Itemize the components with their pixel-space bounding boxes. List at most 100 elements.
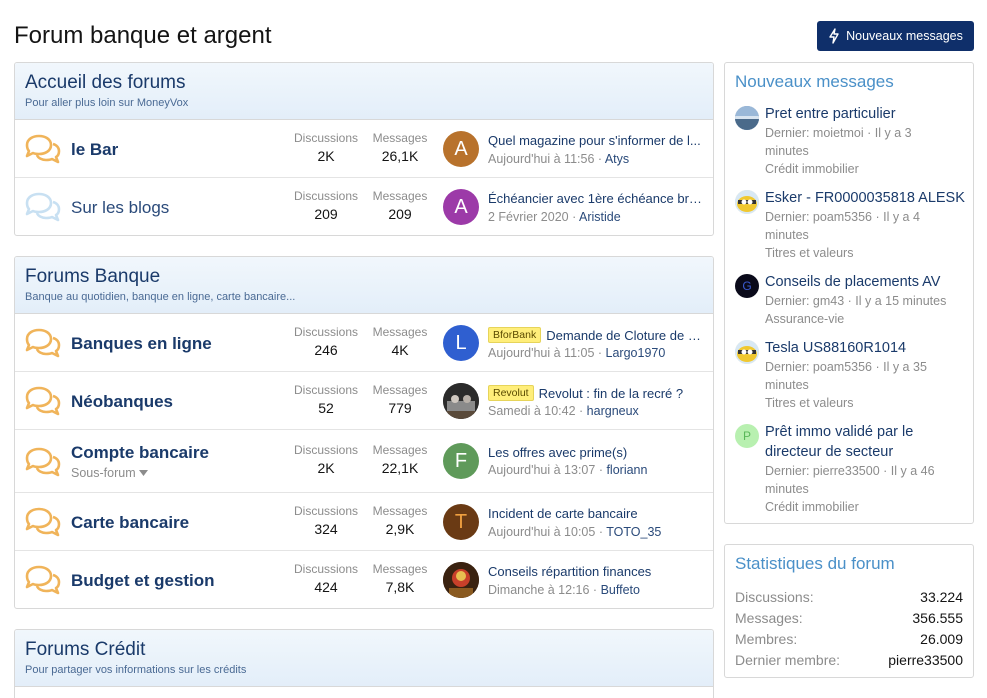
forum-unread-icon bbox=[25, 447, 61, 477]
stat-label: Discussions bbox=[293, 325, 359, 339]
last-post-title[interactable]: Échéancier avec 1ère échéance bris... bbox=[488, 191, 703, 206]
category-description: Pour partager vos informations sur les c… bbox=[25, 664, 247, 676]
stat-label: Discussions bbox=[293, 443, 359, 457]
messages-stat: Messages 779 bbox=[360, 383, 440, 416]
forum-title[interactable]: Compte bancaire bbox=[71, 443, 209, 463]
category-block-accueil: Accueil des forums Pour aller plus loin … bbox=[14, 62, 714, 236]
forum-title[interactable]: Sur les blogs bbox=[71, 198, 169, 218]
last-post-title[interactable]: Les offres avec prime(s) bbox=[488, 445, 703, 460]
stat-label: Messages bbox=[372, 189, 428, 203]
new-post-forum[interactable]: Titres et valeurs bbox=[765, 394, 965, 412]
discussions-stat: Discussions 2K bbox=[286, 443, 366, 476]
new-post-title[interactable]: Esker - FR0000035818 ALESK bbox=[765, 188, 965, 208]
last-post-meta: 2 Février 2020 · Aristide bbox=[488, 210, 621, 224]
category-title[interactable]: Forums Banque bbox=[25, 266, 703, 288]
sidebar-new-posts: Nouveaux messages Pret entre particulier… bbox=[724, 62, 974, 524]
last-post-title-text: Échéancier avec 1ère échéance bris... bbox=[488, 191, 703, 206]
last-post-user[interactable]: Largo1970 bbox=[606, 346, 666, 360]
messages-stat: Messages 22,1K bbox=[360, 443, 440, 476]
avatar[interactable]: L bbox=[443, 325, 479, 361]
last-post-title-text: Quel magazine pour s'informer de l... bbox=[488, 133, 701, 148]
stats-label: Discussions: bbox=[735, 589, 814, 605]
messages-stat: Messages 26,1K bbox=[360, 131, 440, 164]
stats-value: 33.224 bbox=[920, 589, 963, 605]
new-post-title[interactable]: Prêt immo validé par le bbox=[765, 422, 965, 442]
last-post-title[interactable]: Incident de carte bancaire bbox=[488, 506, 703, 521]
new-post-title[interactable]: Pret entre particulier bbox=[765, 104, 965, 124]
last-post-user[interactable]: Aristide bbox=[579, 210, 621, 224]
stats-value[interactable]: pierre33500 bbox=[888, 650, 963, 671]
thread-prefix-badge[interactable]: Revolut bbox=[488, 385, 534, 401]
category-title[interactable]: Accueil des forums bbox=[25, 72, 703, 94]
category-title[interactable]: Forums Crédit bbox=[25, 639, 703, 661]
stats-row: Discussions: 33.224 bbox=[725, 587, 973, 608]
forum-unread-icon bbox=[25, 134, 61, 164]
discussions-stat: Discussions 209 bbox=[286, 189, 366, 222]
last-post-title[interactable]: Quel magazine pour s'informer de l... bbox=[488, 133, 703, 148]
stat-value: 209 bbox=[314, 206, 338, 222]
last-post-title-text: Demande de Cloture de c... bbox=[546, 327, 703, 343]
forum-node-budget-et-gestion: Budget et gestion Discussions 424 Message… bbox=[15, 551, 713, 608]
avatar[interactable] bbox=[735, 190, 759, 214]
discussions-stat: Discussions 2K bbox=[286, 131, 366, 164]
avatar[interactable]: A bbox=[443, 131, 479, 167]
forum-title[interactable]: Budget et gestion bbox=[71, 571, 215, 591]
sidebar-title: Statistiques du forum bbox=[735, 554, 895, 573]
stat-value: 2K bbox=[317, 148, 335, 164]
new-post-forum[interactable]: Titres et valeurs bbox=[765, 244, 965, 262]
forum-unread-icon bbox=[25, 328, 61, 358]
last-post-title[interactable]: BforBank Demande de Cloture de c... bbox=[488, 327, 703, 343]
stats-row: Membres: 26.009 bbox=[725, 629, 973, 650]
sidebar-title[interactable]: Nouveaux messages bbox=[725, 63, 973, 92]
last-post-user[interactable]: TOTO_35 bbox=[606, 525, 661, 539]
new-post-forum[interactable]: Assurance-vie bbox=[765, 310, 965, 328]
page-title: Forum banque et argent bbox=[14, 22, 272, 49]
new-post-title[interactable]: Conseils de placements AV bbox=[765, 272, 965, 292]
avatar[interactable]: T bbox=[443, 504, 479, 540]
last-post-user[interactable]: hargneux bbox=[587, 404, 639, 418]
stats-value: 356.555 bbox=[912, 610, 963, 626]
thread-prefix-badge[interactable]: BforBank bbox=[488, 327, 542, 343]
new-post-item: Tesla US88160R1014 Dernier: poam5356 · I… bbox=[725, 338, 973, 412]
new-posts-button[interactable]: Nouveaux messages bbox=[817, 21, 974, 51]
new-post-meta: minutes bbox=[765, 378, 809, 392]
forum-title[interactable]: Carte bancaire bbox=[71, 513, 189, 533]
last-post-user[interactable]: Atys bbox=[605, 152, 629, 166]
avatar[interactable]: G bbox=[735, 274, 759, 298]
stats-label: Dernier membre: bbox=[735, 652, 841, 668]
forum-unread-icon bbox=[25, 386, 61, 416]
stat-value: 7,8K bbox=[385, 579, 415, 595]
last-post-date: Aujourd'hui à 11:56 bbox=[488, 152, 595, 166]
avatar[interactable]: A bbox=[443, 189, 479, 225]
last-post-date: Aujourd'hui à 10:05 bbox=[488, 525, 596, 539]
new-post-item: P Prêt immo validé par le directeur de s… bbox=[725, 422, 973, 516]
discussions-stat: Discussions 424 bbox=[286, 562, 366, 595]
avatar[interactable] bbox=[443, 383, 479, 419]
new-post-item: Pret entre particulier Dernier: moietmoi… bbox=[725, 104, 973, 178]
subforum-toggle[interactable]: Sous-forum bbox=[71, 466, 148, 480]
stat-label: Discussions bbox=[293, 504, 359, 518]
last-post-date: Samedi à 10:42 bbox=[488, 404, 576, 418]
stat-value: 324 bbox=[314, 521, 338, 537]
last-post-user[interactable]: floriann bbox=[606, 463, 647, 477]
new-post-forum[interactable]: Crédit immobilier bbox=[765, 160, 965, 178]
new-post-forum[interactable]: Crédit immobilier bbox=[765, 498, 965, 516]
avatar[interactable]: F bbox=[443, 443, 479, 479]
new-post-title[interactable]: Tesla US88160R1014 bbox=[765, 338, 965, 358]
stat-value: 424 bbox=[314, 579, 338, 595]
last-post-title-text: Conseils répartition finances bbox=[488, 564, 652, 579]
forum-node-banques-en-ligne: Banques en ligne Discussions 246 Messages… bbox=[15, 314, 713, 372]
last-post-title[interactable]: Conseils répartition finances bbox=[488, 564, 703, 579]
avatar[interactable] bbox=[735, 106, 759, 130]
last-post-user[interactable]: Buffeto bbox=[601, 583, 640, 597]
new-post-title[interactable]: directeur de secteur bbox=[765, 442, 965, 462]
avatar[interactable]: P bbox=[735, 424, 759, 448]
forum-title[interactable]: Banques en ligne bbox=[71, 334, 212, 354]
last-post-title[interactable]: Revolut Revolut : fin de la recré ? bbox=[488, 385, 703, 401]
forum-title[interactable]: le Bar bbox=[71, 140, 118, 160]
stats-row: Dernier membre: pierre33500 bbox=[725, 650, 973, 671]
forum-title[interactable]: Néobanques bbox=[71, 392, 173, 412]
stat-label: Discussions bbox=[293, 383, 359, 397]
avatar[interactable] bbox=[735, 340, 759, 364]
avatar[interactable] bbox=[443, 562, 479, 598]
